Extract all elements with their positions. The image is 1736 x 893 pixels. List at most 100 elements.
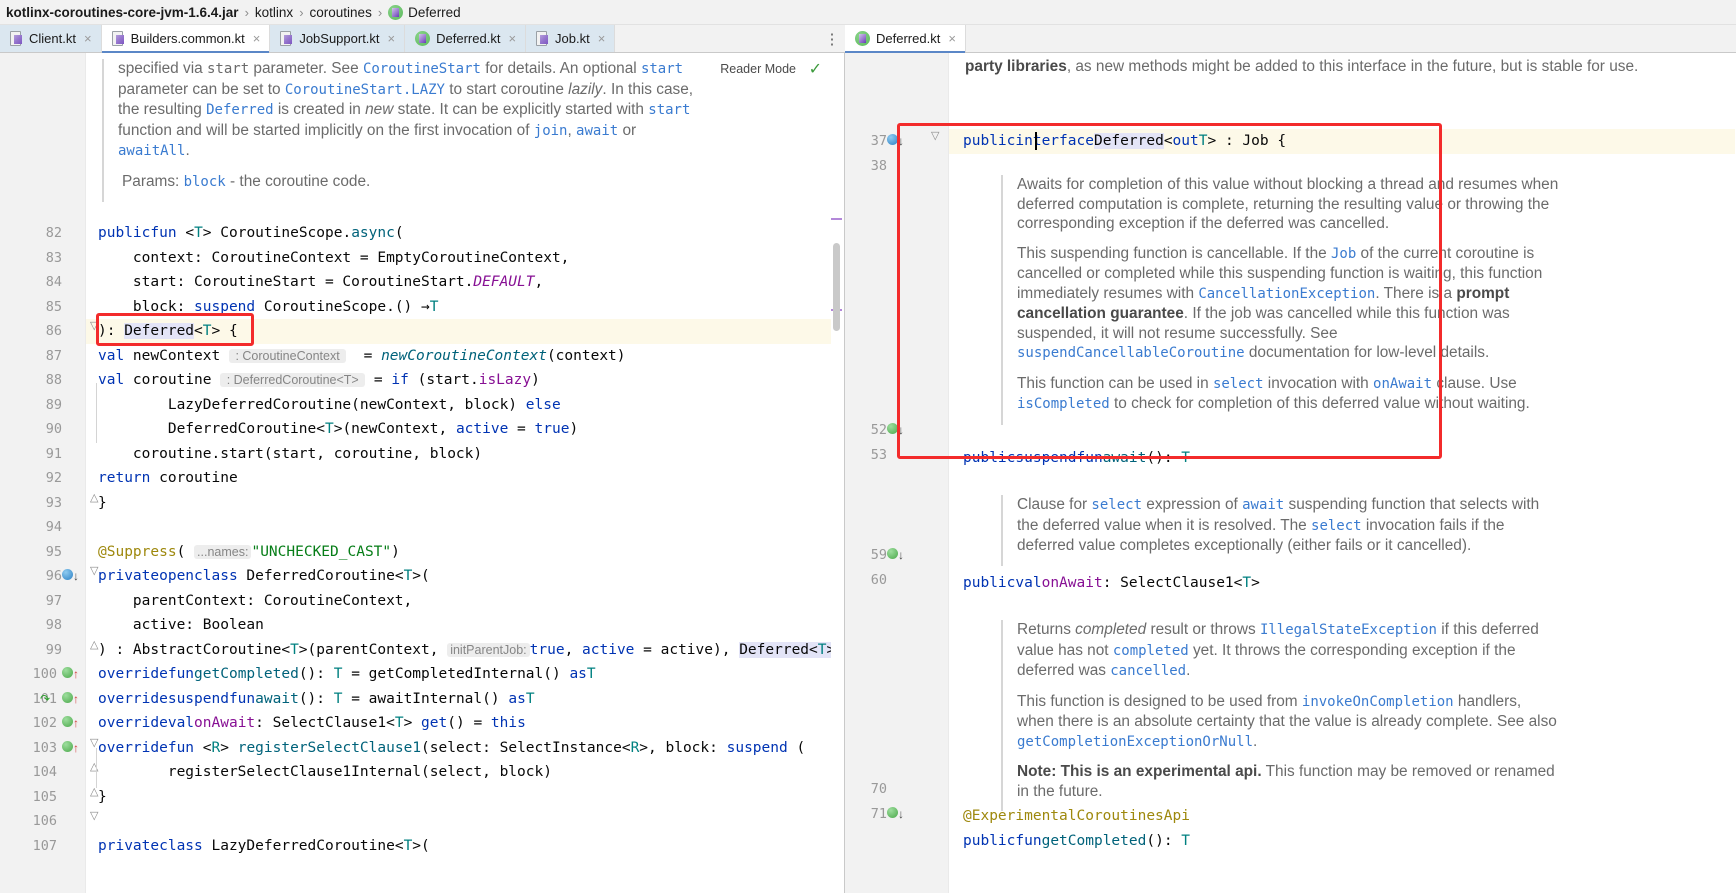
code-line[interactable]: public fun < T > CoroutineScope. async(: [98, 221, 844, 246]
fold-marker-icon[interactable]: △: [90, 760, 98, 773]
line-number: 82: [45, 225, 62, 241]
line-number: 94: [45, 519, 62, 535]
tab-deferred-kt-left[interactable]: Deferred.kt ×: [405, 25, 527, 52]
code-line[interactable]: start: CoroutineStart = CoroutineStart. D…: [98, 270, 844, 295]
implemented-marker-icon[interactable]: ↓: [887, 543, 904, 568]
code-line[interactable]: @Suppress( ...names: "UNCHECKED_CAST"): [98, 540, 844, 565]
implemented-marker-icon[interactable]: ↓: [887, 418, 904, 443]
code-line[interactable]: return coroutine: [98, 466, 844, 491]
editor-split: Reader Mode ✓ specified via start parame…: [0, 53, 1736, 893]
doc-paragraph: Returns completed result or throws Illeg…: [1017, 621, 1539, 679]
close-icon[interactable]: ×: [388, 31, 396, 46]
code-line-current[interactable]: ): Deferred < T > {: [86, 319, 844, 344]
close-icon[interactable]: ×: [253, 31, 261, 46]
line-number: 53: [870, 446, 887, 463]
tab-overflow-menu-icon[interactable]: ⋮: [819, 25, 845, 52]
fold-marker-icon[interactable]: ▽: [90, 564, 98, 577]
close-icon[interactable]: ×: [948, 31, 956, 46]
line-number: 97: [45, 592, 62, 609]
line-number: 83: [45, 249, 62, 266]
breadcrumb-deferred-label: Deferred: [408, 4, 461, 20]
fold-marker-icon[interactable]: △: [90, 491, 98, 504]
fold-marker-icon[interactable]: ▽: [90, 809, 98, 822]
doc-paragraph: Clause for select expression of await su…: [1017, 496, 1540, 554]
right-doc-getcompleted: Returns completed result or throws Illeg…: [1001, 620, 1561, 811]
code-line[interactable]: [98, 515, 844, 540]
code-line[interactable]: private open class DeferredCoroutine< T >(: [98, 564, 844, 589]
doc-paragraph: This function can be used in select invo…: [1017, 374, 1530, 413]
code-line[interactable]: public val onAwait: SelectClause1< T >: [963, 571, 1260, 596]
code-line[interactable]: override fun getCompleted (): T = getComp…: [98, 662, 844, 687]
code-line[interactable]: active: Boolean: [98, 613, 844, 638]
vertical-scrollbar-thumb[interactable]: [833, 243, 840, 331]
left-code-area[interactable]: specified via start parameter. See Corou…: [86, 53, 844, 893]
close-icon[interactable]: ×: [84, 31, 92, 46]
line-number: 87: [45, 347, 62, 364]
code-line[interactable]: }: [98, 491, 844, 516]
code-line[interactable]: DeferredCoroutine< T >(newContext, active …: [98, 417, 844, 442]
code-line[interactable]: private class LazyDeferredCoroutine< T >(: [98, 834, 844, 859]
implemented-marker-icon[interactable]: ↓: [62, 564, 79, 589]
tab-client-kt[interactable]: Client.kt ×: [0, 25, 102, 52]
line-number: 92: [45, 470, 62, 486]
overriding-marker-icon[interactable]: ↑: [62, 687, 79, 712]
code-line[interactable]: LazyDeferredCoroutine(newContext, block)…: [98, 393, 844, 418]
overriding-marker-icon[interactable]: ↑: [62, 662, 79, 687]
close-icon[interactable]: ×: [508, 31, 516, 46]
line-number: 93: [45, 494, 62, 511]
right-editor-pane[interactable]: party libraries, as new methods might be…: [845, 53, 1735, 893]
tabbar-spacer: [615, 25, 819, 52]
tab-job-kt[interactable]: Job.kt ×: [526, 25, 616, 52]
kotlin-interface-icon: [388, 4, 404, 20]
line-number: 104: [32, 764, 57, 780]
code-line[interactable]: coroutine.start(start, coroutine, block): [98, 442, 844, 467]
tab-builders-common-kt[interactable]: Builders.common.kt ×: [101, 25, 271, 53]
code-line[interactable]: context: CoroutineContext = EmptyCorouti…: [98, 246, 844, 271]
code-line[interactable]: val coroutine : DeferredCoroutine<T> = i…: [98, 368, 844, 393]
left-code-lines[interactable]: public fun < T > CoroutineScope. async( con…: [86, 221, 844, 859]
code-line[interactable]: override fun < R > registerSelectClause1 (s…: [98, 736, 844, 761]
fold-marker-icon[interactable]: △: [90, 785, 98, 798]
overriding-marker-icon[interactable]: ↑: [62, 711, 79, 736]
line-number: 37: [870, 133, 887, 149]
code-line[interactable]: override suspend fun await (): T = awaitI…: [98, 687, 844, 712]
breadcrumb-item-deferred[interactable]: Deferred: [384, 4, 465, 20]
close-icon[interactable]: ×: [598, 31, 606, 46]
code-line[interactable]: @ExperimentalCoroutinesApi: [963, 804, 1190, 829]
line-number: 85: [45, 298, 62, 315]
line-number: 100: [32, 666, 57, 682]
fold-marker-icon[interactable]: ▽: [90, 736, 98, 749]
doc-paragraph: This function is designed to be used fro…: [1017, 692, 1557, 750]
tab-label: Job.kt: [555, 31, 590, 46]
code-line-current[interactable]: public interface Deferred < out T > : Job {: [949, 129, 1735, 154]
code-line[interactable]: public fun getCompleted (): T: [963, 829, 1190, 854]
code-line[interactable]: parentContext: CoroutineContext,: [98, 589, 844, 614]
suspend-call-marker-icon[interactable]: ↷: [40, 687, 50, 712]
code-line[interactable]: block: suspend CoroutineScope.() → T: [98, 295, 844, 320]
overriding-marker-icon[interactable]: ↑: [62, 736, 79, 761]
right-code-area[interactable]: party libraries, as new methods might be…: [949, 53, 1735, 893]
implemented-marker-icon[interactable]: ↓: [887, 802, 904, 827]
code-line[interactable]: [98, 809, 844, 834]
implemented-marker-icon[interactable]: ↓: [887, 129, 904, 154]
left-editor-pane[interactable]: Reader Mode ✓ specified via start parame…: [0, 53, 845, 893]
change-marker: [831, 218, 842, 220]
fold-marker-icon[interactable]: ▽: [931, 129, 939, 142]
tab-label: Client.kt: [29, 31, 76, 46]
code-line[interactable]: public suspend fun await (): T: [963, 446, 1190, 471]
breadcrumb-item-jar[interactable]: kotlinx-coroutines-core-jvm-1.6.4.jar: [2, 5, 243, 20]
code-line[interactable]: ) : AbstractCoroutine< T >(parentContext, …: [98, 638, 844, 663]
fold-marker-icon[interactable]: ▽: [90, 319, 98, 332]
breadcrumb-item-coroutines[interactable]: coroutines: [306, 5, 376, 20]
breadcrumb-item-kotlinx[interactable]: kotlinx: [251, 5, 297, 20]
line-number: 88: [45, 372, 62, 388]
code-line[interactable]: val newContext : CoroutineContext = newC…: [98, 344, 844, 369]
fold-marker-icon[interactable]: △: [90, 638, 98, 651]
tab-deferred-kt-right[interactable]: Deferred.kt ×: [845, 25, 966, 53]
code-line[interactable]: registerSelectClause1Internal(select, bl…: [98, 760, 844, 785]
right-gutter[interactable]: [845, 53, 949, 893]
left-marker-column[interactable]: [831, 53, 844, 893]
code-line[interactable]: }: [98, 785, 844, 810]
code-line[interactable]: override val onAwait: SelectClause1< T > g…: [98, 711, 844, 736]
tab-jobsupport-kt[interactable]: JobSupport.kt ×: [270, 25, 406, 52]
